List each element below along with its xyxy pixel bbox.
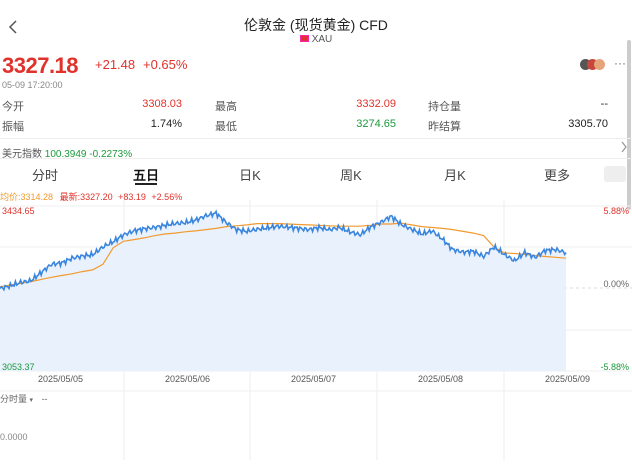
- more-icon[interactable]: ···: [614, 56, 626, 70]
- stat-value: 3332.09: [356, 98, 396, 110]
- stat-label: 最低: [215, 121, 237, 133]
- symbol-code: XAU: [311, 34, 333, 45]
- stat-label: 最高: [215, 101, 237, 113]
- tab-fenshi[interactable]: 分时: [20, 165, 70, 184]
- volume-label: 分时量: [0, 394, 28, 404]
- pct-mid-label: 0.00%: [603, 279, 629, 289]
- five-day-chart[interactable]: [0, 200, 632, 460]
- price-change-percent: +0.65%: [143, 57, 188, 72]
- tab-more[interactable]: 更多: [532, 165, 582, 184]
- last-price: 3327.18: [2, 53, 79, 78]
- y-axis-bottom-label: 3053.37: [2, 362, 35, 372]
- avatar: [594, 59, 605, 70]
- x-axis-date: 2025/05/07: [291, 374, 337, 384]
- x-axis-date: 2025/05/05: [38, 374, 84, 384]
- stat-label: 昨结算: [428, 121, 461, 133]
- volume-value: --: [41, 394, 48, 404]
- stat-label: 振幅: [2, 121, 24, 133]
- period-tabs: 分时 五日 日K 周K 月K 更多: [0, 160, 632, 186]
- price-change: +21.48: [95, 57, 136, 72]
- x-axis-date: 2025/05/09: [545, 374, 591, 384]
- page-title: 伦敦金 (现货黄金) CFD: [244, 17, 388, 33]
- stat-value: 3305.70: [568, 118, 608, 130]
- chevron-right-icon[interactable]: [620, 141, 628, 156]
- stat-label: 今开: [2, 101, 24, 113]
- divider: [0, 138, 632, 139]
- pct-bottom-label: -5.88%: [600, 362, 629, 372]
- caret-down-icon: ▾: [29, 397, 34, 404]
- tab-day-k[interactable]: 日K: [225, 165, 275, 184]
- quote-time: 05-09 17:20:00: [2, 80, 63, 90]
- settings-toggle[interactable]: [604, 166, 626, 182]
- y-axis-top-label: 3434.65: [2, 206, 35, 216]
- stat-value: 3274.65: [356, 118, 396, 130]
- x-axis-date: 2025/05/06: [165, 374, 211, 384]
- volume-label-row[interactable]: 分时量 ▾ --: [0, 392, 48, 405]
- stat-value: 1.74%: [150, 118, 182, 130]
- x-axis-date: 2025/05/08: [418, 374, 464, 384]
- tab-month-k[interactable]: 月K: [430, 165, 480, 184]
- symbol-subtitle: XAU: [0, 34, 632, 45]
- header: 伦敦金 (现货黄金) CFD XAU: [0, 0, 632, 50]
- tab-five-day[interactable]: 五日: [121, 165, 171, 184]
- pct-top-label: 5.88%: [603, 206, 629, 216]
- stat-value: 3308.03: [142, 98, 182, 110]
- stat-label: 持仓量: [428, 101, 461, 113]
- tab-week-k[interactable]: 周K: [326, 165, 376, 184]
- stat-value: --: [600, 98, 608, 110]
- active-tab-indicator: [135, 183, 157, 185]
- divider: [0, 158, 632, 159]
- volume-axis-zero: 0.0000: [0, 432, 28, 442]
- flag-icon: [299, 35, 309, 42]
